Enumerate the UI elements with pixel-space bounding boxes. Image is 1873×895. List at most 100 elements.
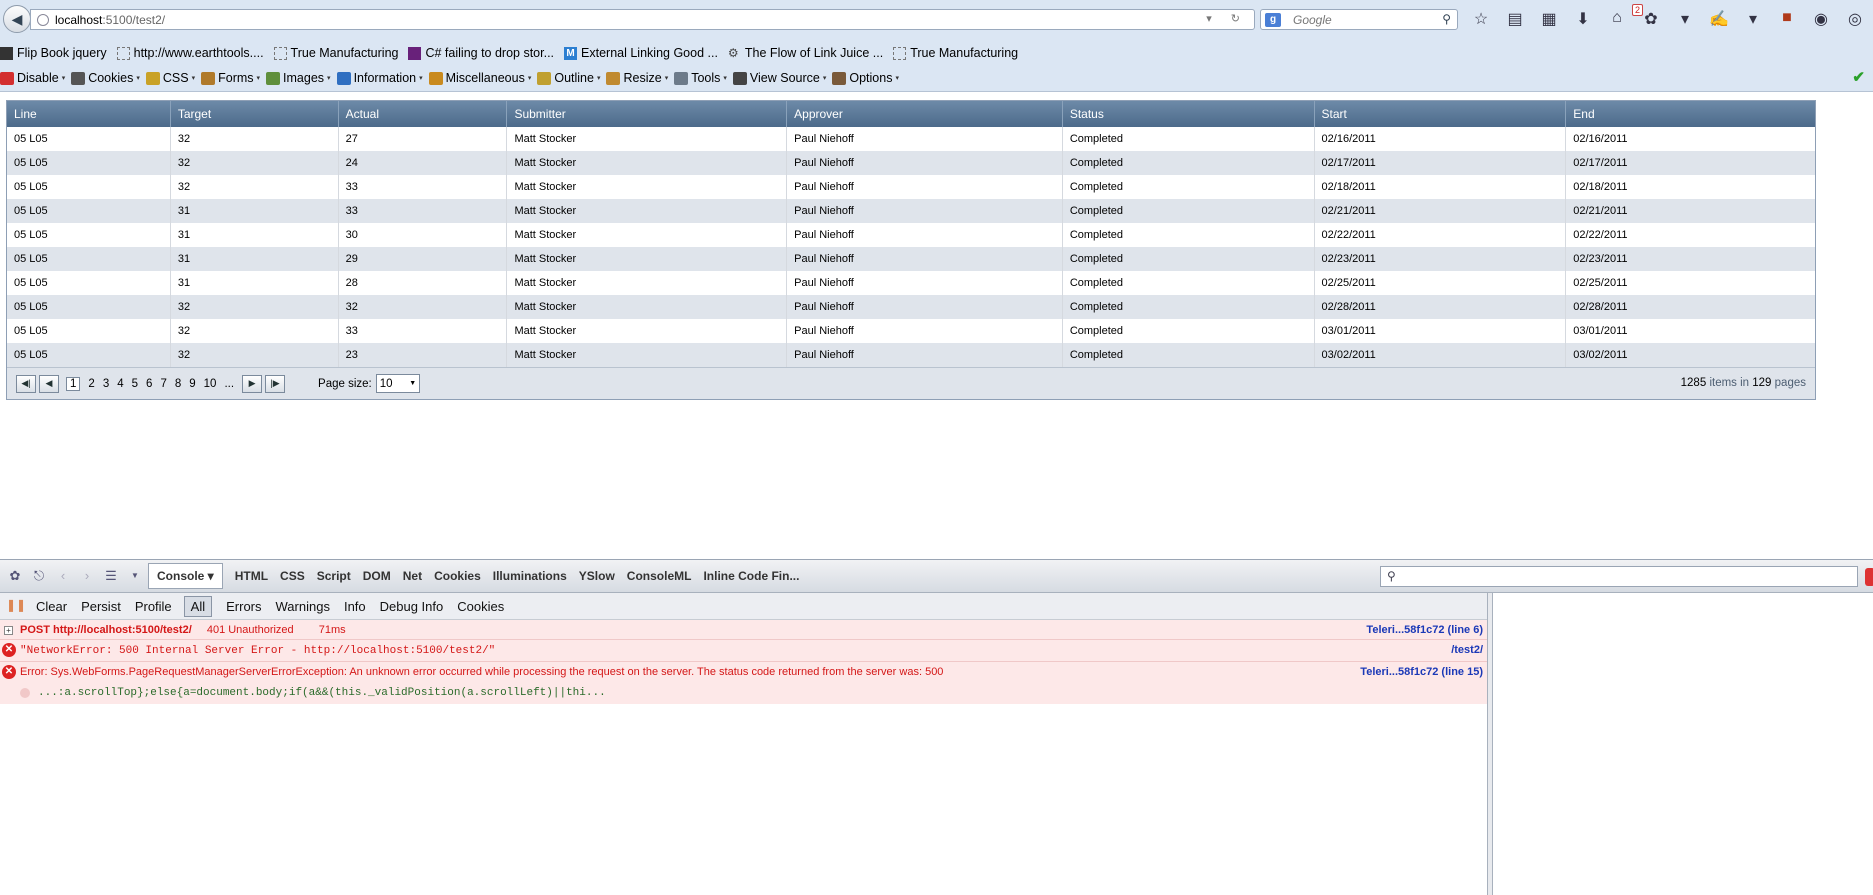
- bookmark-flip-book[interactable]: Flip Book jquery: [0, 46, 107, 60]
- tab-inline-code-fin[interactable]: Inline Code Fin...: [703, 569, 799, 583]
- tab-illuminations[interactable]: Illuminations: [493, 569, 567, 583]
- expand-icon[interactable]: +: [4, 626, 13, 635]
- page-link[interactable]: 8: [175, 378, 181, 390]
- search-icon[interactable]: ⚲: [1442, 12, 1451, 26]
- bookmark-true-manufacturing-2[interactable]: True Manufacturing: [893, 46, 1018, 60]
- download-icon[interactable]: ⬇: [1572, 9, 1594, 29]
- addon-icon[interactable]: ■: [1776, 9, 1798, 29]
- column-header-end[interactable]: End: [1566, 101, 1815, 127]
- firebug-icon[interactable]: ✿: [1640, 9, 1662, 29]
- webdev-menu-cookies[interactable]: Cookies ▾: [71, 71, 140, 85]
- webdev-menu-css[interactable]: CSS ▾: [145, 71, 195, 85]
- tab-script[interactable]: Script: [317, 569, 351, 583]
- webdev-menu-options[interactable]: Options ▾: [832, 71, 899, 85]
- home-icon[interactable]: ⌂: [1606, 9, 1628, 29]
- page-link[interactable]: 4: [117, 378, 123, 390]
- list-icon[interactable]: ☰: [102, 568, 120, 584]
- page-link[interactable]: 5: [132, 378, 138, 390]
- table-row[interactable]: 05 L05 32 32 Matt Stocker Paul Niehoff Comple…: [7, 295, 1815, 319]
- firebug-bug-icon[interactable]: ✿: [6, 568, 24, 584]
- breakpoint-icon[interactable]: [20, 688, 30, 698]
- table-row[interactable]: 05 L05 32 27 Matt Stocker Paul Niehoff Comple…: [7, 127, 1815, 151]
- column-header-line[interactable]: Line: [7, 101, 171, 127]
- table-row[interactable]: 05 L05 32 23 Matt Stocker Paul Niehoff Comple…: [7, 343, 1815, 367]
- webdev-menu-miscellaneous[interactable]: Miscellaneous ▾: [428, 71, 531, 85]
- page-link[interactable]: 1: [66, 376, 81, 391]
- webdev-menu-view-source[interactable]: View Source ▾: [732, 71, 826, 85]
- log-entry-post[interactable]: + POST http://localhost:5100/test2/ 401 …: [0, 620, 1487, 640]
- dropdown-icon[interactable]: ▾: [1674, 9, 1696, 29]
- bookmark-earthtools[interactable]: http://www.earthtools....: [116, 46, 264, 60]
- console-button-cookies[interactable]: Cookies: [457, 599, 504, 614]
- console-button-all[interactable]: All: [183, 595, 213, 617]
- console-button-persist[interactable]: Persist: [81, 599, 121, 614]
- tab-consoleml[interactable]: ConsoleML: [627, 569, 692, 583]
- grid-icon[interactable]: ▦: [1538, 9, 1560, 29]
- webdev-menu-outline[interactable]: Outline ▾: [537, 71, 600, 85]
- page-link[interactable]: 9: [189, 378, 195, 390]
- inspect-icon[interactable]: ⎋: [30, 568, 48, 584]
- bookmark-external-linking[interactable]: M External Linking Good ...: [564, 46, 718, 60]
- console-button-info[interactable]: Info: [344, 599, 366, 614]
- webdev-menu-forms[interactable]: Forms ▾: [201, 71, 260, 85]
- firebug-search-input[interactable]: ⚲: [1380, 566, 1858, 587]
- table-row[interactable]: 05 L05 31 28 Matt Stocker Paul Niehoff Comple…: [7, 271, 1815, 295]
- webdev-menu-disable[interactable]: Disable ▾: [0, 71, 65, 85]
- back-icon[interactable]: ‹: [54, 568, 72, 584]
- ninja-icon[interactable]: ◉: [1810, 9, 1832, 29]
- page-link[interactable]: 10: [204, 378, 217, 390]
- back-button[interactable]: ◀: [3, 5, 31, 33]
- chrome-icon[interactable]: ◎: [1844, 9, 1866, 29]
- bookmarks-list-icon[interactable]: ▤: [1504, 9, 1526, 29]
- page-size-select[interactable]: 10 ▼: [375, 374, 420, 393]
- exception-source-link[interactable]: Teleri...58f1c72 (line 15): [1360, 662, 1483, 682]
- column-header-start[interactable]: Start: [1315, 101, 1567, 127]
- page-link[interactable]: 7: [160, 378, 166, 390]
- table-row[interactable]: 05 L05 32 24 Matt Stocker Paul Niehoff Comple…: [7, 151, 1815, 175]
- tab-css[interactable]: CSS: [280, 569, 305, 583]
- last-page-button[interactable]: |▶: [265, 374, 286, 393]
- console-button-clear[interactable]: Clear: [36, 599, 67, 614]
- page-link[interactable]: 3: [103, 378, 109, 390]
- tab-yslow[interactable]: YSlow: [579, 569, 615, 583]
- webdev-menu-information[interactable]: Information ▾: [336, 71, 423, 85]
- page-link[interactable]: 6: [146, 378, 152, 390]
- bookmark-csharp[interactable]: C# failing to drop stor...: [408, 46, 554, 60]
- reload-icon[interactable]: ▾ ↻: [1206, 12, 1248, 25]
- forward-icon[interactable]: ›: [78, 568, 96, 584]
- tab-cookies[interactable]: Cookies: [434, 569, 481, 583]
- tab-console[interactable]: Console ▾: [148, 563, 223, 589]
- column-header-submitter[interactable]: Submitter: [507, 101, 788, 127]
- bookmark-star-icon[interactable]: ☆: [1470, 9, 1492, 29]
- tab-net[interactable]: Net: [403, 569, 422, 583]
- break-on-errors-icon[interactable]: ❚❚: [6, 598, 26, 614]
- console-button-warnings[interactable]: Warnings: [276, 599, 330, 614]
- bookmark-true-manufacturing[interactable]: True Manufacturing: [273, 46, 398, 60]
- table-row[interactable]: 05 L05 31 33 Matt Stocker Paul Niehoff Comple…: [7, 199, 1815, 223]
- column-header-status[interactable]: Status: [1063, 101, 1315, 127]
- panel-splitter[interactable]: [1487, 593, 1493, 895]
- table-row[interactable]: 05 L05 31 30 Matt Stocker Paul Niehoff Comple…: [7, 223, 1815, 247]
- page-link[interactable]: 2: [88, 378, 94, 390]
- console-button-errors[interactable]: Errors: [226, 599, 261, 614]
- table-row[interactable]: 05 L05 31 29 Matt Stocker Paul Niehoff Comple…: [7, 247, 1815, 271]
- column-header-actual[interactable]: Actual: [339, 101, 508, 127]
- webdev-menu-tools[interactable]: Tools ▾: [674, 71, 727, 85]
- network-error-source-link[interactable]: /test2/: [1451, 640, 1483, 660]
- tab-dom[interactable]: DOM: [363, 569, 391, 583]
- eyedropper-icon[interactable]: ✍: [1708, 9, 1730, 29]
- tab-html[interactable]: HTML: [235, 569, 268, 583]
- close-icon[interactable]: [1865, 568, 1873, 586]
- dropdown-icon-2[interactable]: ▾: [1742, 9, 1764, 29]
- console-button-profile[interactable]: Profile: [135, 599, 172, 614]
- column-header-target[interactable]: Target: [171, 101, 339, 127]
- next-page-button[interactable]: ▶: [242, 374, 263, 393]
- address-bar[interactable]: localhost:5100/test2/ ▾ ↻: [30, 9, 1255, 30]
- table-row[interactable]: 05 L05 32 33 Matt Stocker Paul Niehoff Comple…: [7, 319, 1815, 343]
- first-page-button[interactable]: ◀|: [16, 374, 36, 393]
- bookmark-link-juice[interactable]: ⚙ The Flow of Link Juice ...: [728, 46, 883, 60]
- webdev-menu-images[interactable]: Images ▾: [266, 71, 331, 85]
- prev-page-button[interactable]: ◀: [39, 374, 59, 393]
- table-row[interactable]: 05 L05 32 33 Matt Stocker Paul Niehoff Comple…: [7, 175, 1815, 199]
- console-button-debug-info[interactable]: Debug Info: [380, 599, 444, 614]
